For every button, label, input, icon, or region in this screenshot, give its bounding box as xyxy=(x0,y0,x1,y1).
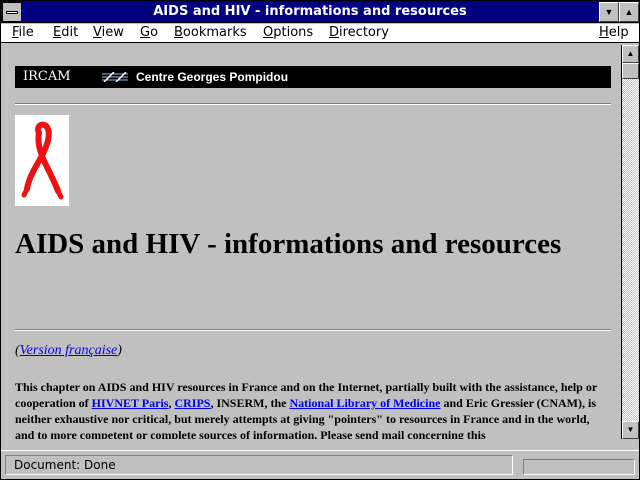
system-menu-icon xyxy=(6,11,18,14)
scrollbar-track[interactable] xyxy=(622,63,639,421)
version-paren-close: ) xyxy=(117,343,122,358)
aids-ribbon-image xyxy=(15,115,69,206)
hivnet-paris-link[interactable]: HIVNET Paris xyxy=(92,396,169,410)
menu-bookmarks[interactable]: Bookmarks xyxy=(174,25,247,41)
window-title: AIDS and HIV - informations and resource… xyxy=(153,4,467,19)
system-menu-button[interactable] xyxy=(2,2,22,22)
menu-go[interactable]: Go xyxy=(140,25,158,41)
ircam-banner[interactable]: IRCAM Centre Georges Pompidou xyxy=(15,66,611,88)
version-line: (Version française) xyxy=(15,342,122,359)
menu-file[interactable]: File xyxy=(12,25,34,41)
menu-options[interactable]: Options xyxy=(263,25,313,41)
vertical-scrollbar[interactable]: ▲ ▼ xyxy=(621,45,639,439)
menu-directory[interactable]: Directory xyxy=(329,25,389,41)
horizontal-rule xyxy=(15,329,611,331)
intro-paragraph: This chapter on AIDS and HIV resources i… xyxy=(15,379,611,439)
red-ribbon-icon xyxy=(21,121,64,200)
paragraph-text: , INSERM, the xyxy=(210,396,290,410)
pompidou-logo-icon xyxy=(102,72,128,82)
browser-window: AIDS and HIV - informations and resource… xyxy=(0,0,640,480)
title-bar[interactable]: AIDS and HIV - informations and resource… xyxy=(1,1,639,23)
menu-help[interactable]: Help xyxy=(599,25,629,41)
status-text: Document: Done xyxy=(5,455,513,475)
crips-link[interactable]: CRIPS xyxy=(174,396,210,410)
banner-ircam-label: IRCAM xyxy=(23,69,71,84)
maximize-button[interactable]: ▲ xyxy=(619,2,639,22)
progress-indicator xyxy=(523,459,635,475)
page-content: IRCAM Centre Georges Pompidou AIDS and H… xyxy=(1,45,620,439)
menu-view[interactable]: View xyxy=(93,25,124,41)
page-heading: AIDS and HIV - informations and resource… xyxy=(15,228,562,260)
status-bar: Document: Done xyxy=(1,450,639,479)
minimize-button[interactable]: ▼ xyxy=(599,2,619,22)
scroll-down-button[interactable]: ▼ xyxy=(622,421,639,439)
national-library-of-medicine-link[interactable]: National Library of Medicine xyxy=(289,396,440,410)
scrollbar-thumb[interactable] xyxy=(622,63,639,79)
menu-edit[interactable]: Edit xyxy=(53,25,78,41)
horizontal-rule xyxy=(15,103,611,105)
version-francaise-link[interactable]: Version française xyxy=(20,343,118,358)
scroll-up-button[interactable]: ▲ xyxy=(622,45,639,63)
banner-centre-label: Centre Georges Pompidou xyxy=(136,70,289,84)
menu-bar: File Edit View Go Bookmarks Options Dire… xyxy=(1,24,639,43)
